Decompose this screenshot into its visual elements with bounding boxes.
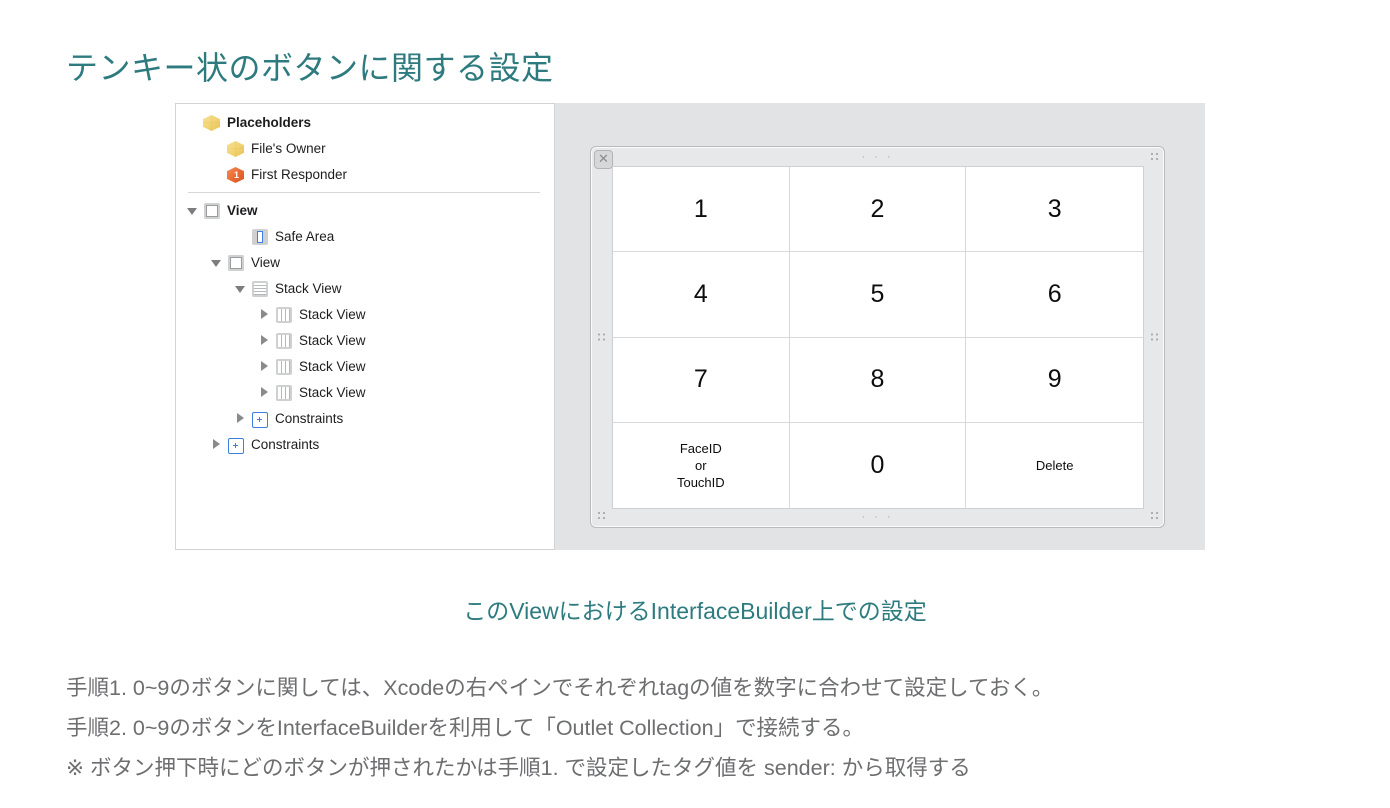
interface-builder-canvas[interactable]: ✕ · · · · · · 1 2 3 4 5 6 7 8 9 FaceID or TouchID 0 D… [555, 103, 1205, 550]
outline-row-label: Stack View [299, 385, 366, 401]
keypad-button-faceid-or-touchid[interactable]: FaceID or TouchID [613, 422, 790, 508]
first-responder-badge: 1 [234, 170, 240, 180]
outline-row-label: Safe Area [275, 229, 335, 245]
keypad-button-label: 9 [1047, 365, 1062, 394]
drag-handle-top[interactable]: · · · [861, 152, 893, 163]
chevron-right-icon[interactable] [258, 308, 272, 322]
keypad-grid[interactable]: 1 2 3 4 5 6 7 8 9 FaceID or TouchID 0 Delete [612, 166, 1144, 509]
outline-row-placeholders[interactable]: Placeholders [176, 110, 554, 136]
outline-row-label: View [251, 255, 281, 271]
outline-row-view[interactable]: View [176, 198, 554, 224]
keypad-button-6[interactable]: 6 [966, 252, 1143, 338]
keypad-button-label: 3 [1047, 194, 1062, 223]
outline-row-stack-view[interactable]: Stack View [176, 302, 554, 328]
outline-tree[interactable]: Placeholders File's Owner 1 First Responder… [176, 110, 554, 458]
resize-handle-bottom-right[interactable] [1150, 511, 1159, 520]
outline-row-label: Placeholders [227, 115, 312, 131]
body-line-2: 手順2. 0~9のボタンをInterfaceBuilderを利用して「Outle… [66, 716, 865, 740]
outline-separator [188, 192, 540, 193]
constraints-icon [250, 409, 270, 429]
outline-row-label: Stack View [299, 359, 366, 375]
resize-handle-top-right[interactable] [1150, 152, 1159, 161]
safe-area-icon [250, 227, 270, 247]
keypad-button-2[interactable]: 2 [789, 167, 967, 253]
outline-row-label: File's Owner [251, 141, 326, 157]
keypad-button-3[interactable]: 3 [966, 167, 1143, 253]
outline-row-label: Stack View [299, 333, 366, 349]
keypad-button-label: 8 [870, 365, 885, 394]
keypad-button-4[interactable]: 4 [613, 252, 790, 338]
body-line-3: ※ ボタン押下時にどのボタンが押されたかは手順1. で設定したタグ値を send… [66, 756, 971, 780]
keypad-button-label: 7 [693, 365, 708, 394]
chevron-down-icon[interactable] [234, 282, 248, 296]
view-icon [226, 253, 246, 273]
cube-yellow-icon [226, 139, 246, 159]
body-line-1: 手順1. 0~9のボタンに関しては、Xcodeの右ペインでそれぞれtagの値を数… [66, 676, 1054, 700]
resize-handle-left[interactable] [597, 332, 606, 342]
outline-row-stack-view[interactable]: Stack View [176, 380, 554, 406]
interface-builder-figure: Placeholders File's Owner 1 First Responder… [175, 103, 1205, 550]
stack-view-horizontal-icon [274, 383, 294, 403]
keypad-button-8[interactable]: 8 [789, 337, 967, 423]
chevron-right-icon[interactable] [258, 360, 272, 374]
keypad-button-1[interactable]: 1 [613, 167, 790, 253]
page-title: テンキー状のボタンに関する設定 [66, 50, 554, 87]
outline-row-stack-view[interactable]: Stack View [176, 328, 554, 354]
keypad-button-label: 4 [693, 279, 708, 308]
body-text: 手順1. 0~9のボタンに関しては、Xcodeの右ペインでそれぞれtagの値を数… [66, 668, 1366, 788]
chevron-right-icon[interactable] [258, 386, 272, 400]
resize-handle-right[interactable] [1150, 332, 1159, 342]
stack-view-horizontal-icon [274, 357, 294, 377]
cube-yellow-icon [202, 113, 222, 133]
outline-row-view[interactable]: View [176, 250, 554, 276]
view-icon [202, 201, 222, 221]
keypad-button-5[interactable]: 5 [789, 252, 967, 338]
keypad-button-7[interactable]: 7 [613, 337, 790, 423]
stack-view-horizontal-icon [274, 305, 294, 325]
chevron-right-icon[interactable] [234, 412, 248, 426]
outline-row-first-responder[interactable]: 1 First Responder [176, 162, 554, 188]
chevron-right-icon[interactable] [210, 438, 224, 452]
constraints-icon [226, 435, 246, 455]
resize-handle-bottom-left[interactable] [597, 511, 606, 520]
close-icon[interactable]: ✕ [594, 150, 613, 169]
outline-row-safe-area[interactable]: Safe Area [176, 224, 554, 250]
keypad-button-label: FaceID or TouchID [676, 440, 725, 490]
outline-row-label: Constraints [275, 411, 344, 427]
stack-view-vertical-icon [250, 279, 270, 299]
chevron-right-icon[interactable] [258, 334, 272, 348]
outline-row-file-s-owner[interactable]: File's Owner [176, 136, 554, 162]
keypad-button-label: 6 [1047, 279, 1062, 308]
keypad-button-delete[interactable]: Delete [966, 423, 1143, 508]
drag-handle-bottom[interactable]: · · · [861, 512, 893, 523]
chevron-down-icon[interactable] [210, 256, 224, 270]
outline-row-label: First Responder [251, 167, 348, 183]
keypad-button-0[interactable]: 0 [790, 422, 967, 508]
keypad-button-label: 5 [870, 279, 885, 308]
chevron-down-icon[interactable] [186, 204, 200, 218]
stack-view-horizontal-icon [274, 331, 294, 351]
outline-row-stack-view[interactable]: Stack View [176, 276, 554, 302]
keypad-button-label: Delete [1035, 457, 1074, 473]
outline-row-label: View [227, 203, 258, 219]
keypad-button-label: 1 [693, 194, 708, 223]
document-outline-panel[interactable]: Placeholders File's Owner 1 First Responder… [175, 103, 555, 550]
outline-row-label: Constraints [251, 437, 320, 453]
figure-caption: このViewにおけるInterfaceBuilder上での設定 [463, 598, 927, 624]
cube-orange-icon: 1 [226, 165, 246, 185]
outline-row-label: Stack View [299, 307, 366, 323]
keypad-button-label: 2 [870, 194, 885, 223]
outline-row-constraints[interactable]: Constraints [176, 406, 554, 432]
keypad-button-label: 0 [870, 450, 885, 479]
keypad-button-9[interactable]: 9 [966, 338, 1143, 423]
outline-row-constraints[interactable]: Constraints [176, 432, 554, 458]
device-preview-window[interactable]: ✕ · · · · · · 1 2 3 4 5 6 7 8 9 FaceID or TouchID 0 D… [590, 146, 1165, 528]
outline-row-stack-view[interactable]: Stack View [176, 354, 554, 380]
outline-row-label: Stack View [275, 281, 342, 297]
